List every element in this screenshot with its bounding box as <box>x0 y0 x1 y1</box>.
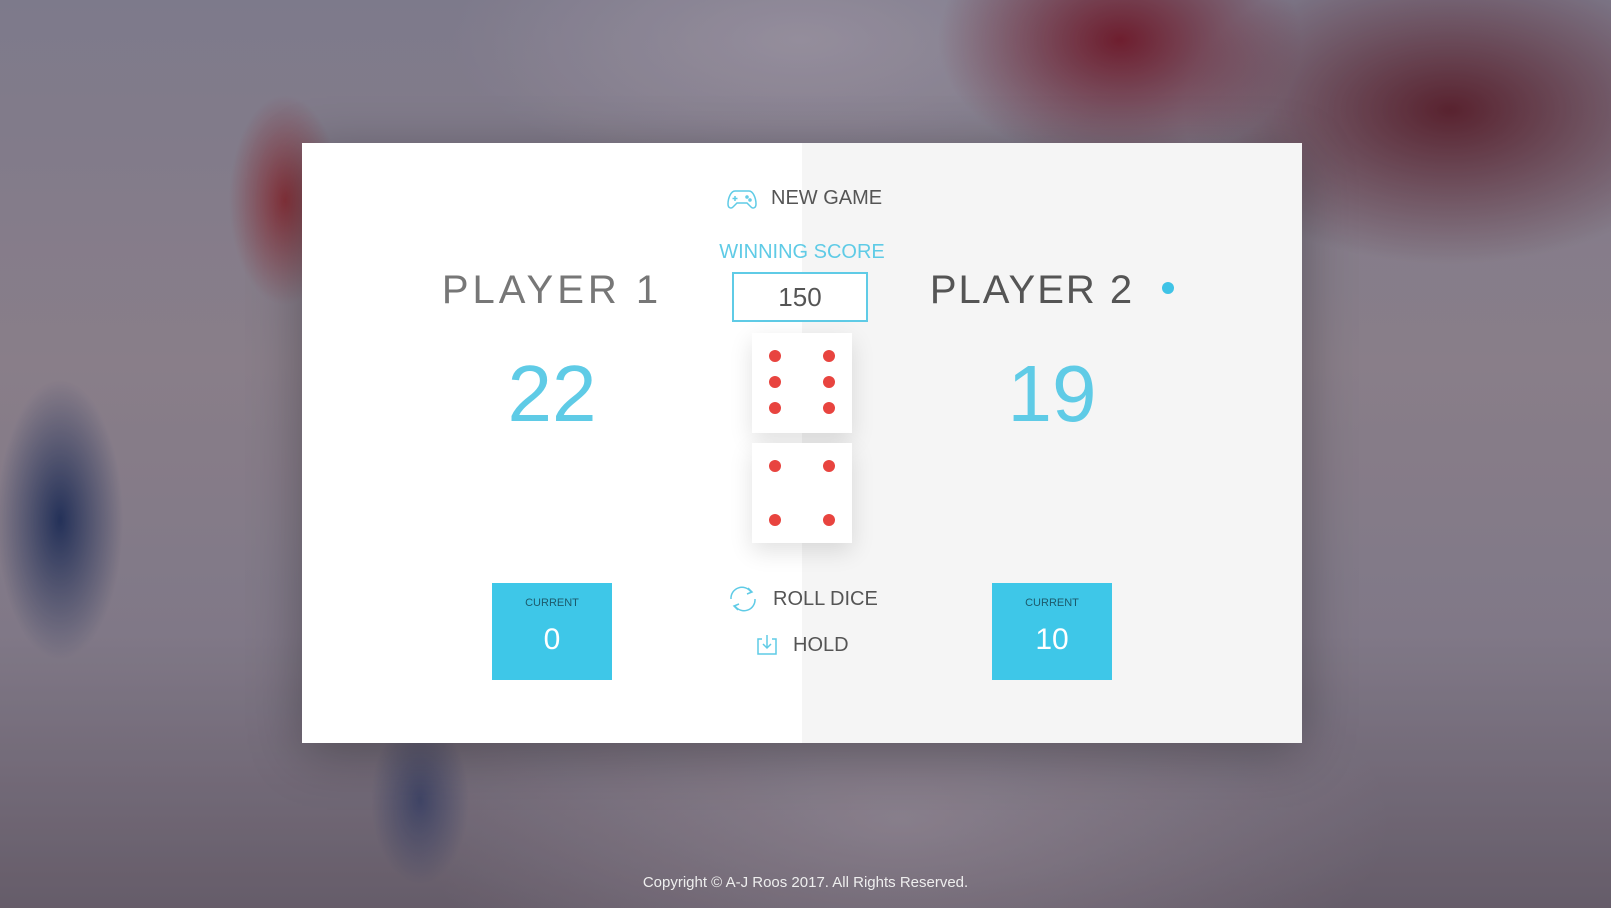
dice-1 <box>752 333 852 433</box>
dice-2-pip <box>823 514 835 526</box>
dice-1-pip <box>823 402 835 414</box>
player-1-panel: PLAYER 1 22 CURRENT 0 <box>302 143 802 743</box>
download-icon <box>755 633 779 657</box>
game-panel: PLAYER 1 22 CURRENT 0 PLAYER 2 19 CURREN… <box>302 143 1302 743</box>
winning-score-input[interactable] <box>732 272 868 322</box>
dice-2-pip <box>823 460 835 472</box>
hold-label: HOLD <box>793 633 849 656</box>
player-2-panel: PLAYER 2 19 CURRENT 10 <box>802 143 1302 743</box>
hold-button[interactable]: HOLD <box>755 633 849 657</box>
dice-1-pip <box>823 376 835 388</box>
roll-dice-label: ROLL DICE <box>773 587 878 610</box>
new-game-label: NEW GAME <box>771 187 883 209</box>
dice-1-pip <box>769 376 781 388</box>
copyright-footer: Copyright © A-J Roos 2017. All Rights Re… <box>642 874 969 891</box>
dice-2 <box>752 443 852 543</box>
roll-dice-button[interactable]: ROLL DICE <box>727 585 878 613</box>
refresh-icon <box>727 585 759 613</box>
player-2-score: 19 <box>1007 349 1097 438</box>
new-game-button[interactable]: NEW GAME <box>727 187 882 210</box>
player-1-score: 22 <box>507 349 597 438</box>
player-1-current-box: CURRENT 0 <box>492 583 612 680</box>
player-2-current-score: 10 <box>1035 623 1069 656</box>
dice-1-pip <box>823 350 835 362</box>
dice-1-pip <box>769 350 781 362</box>
dice-2-pip <box>769 460 781 472</box>
gamepad-icon <box>727 188 757 210</box>
active-player-indicator <box>1162 282 1175 295</box>
player-1-current-score: 0 <box>543 623 561 656</box>
player-2-current-label: CURRENT <box>1025 597 1079 609</box>
winning-score-label: WINNING SCORE <box>719 241 885 263</box>
dice-1-pip <box>769 402 781 414</box>
player-2-name: PLAYER 2 <box>802 268 1302 313</box>
player-1-name: PLAYER 1 <box>441 268 663 312</box>
player-2-current-box: CURRENT 10 <box>992 583 1112 680</box>
dice-2-pip <box>769 514 781 526</box>
player-1-current-label: CURRENT <box>525 597 579 609</box>
